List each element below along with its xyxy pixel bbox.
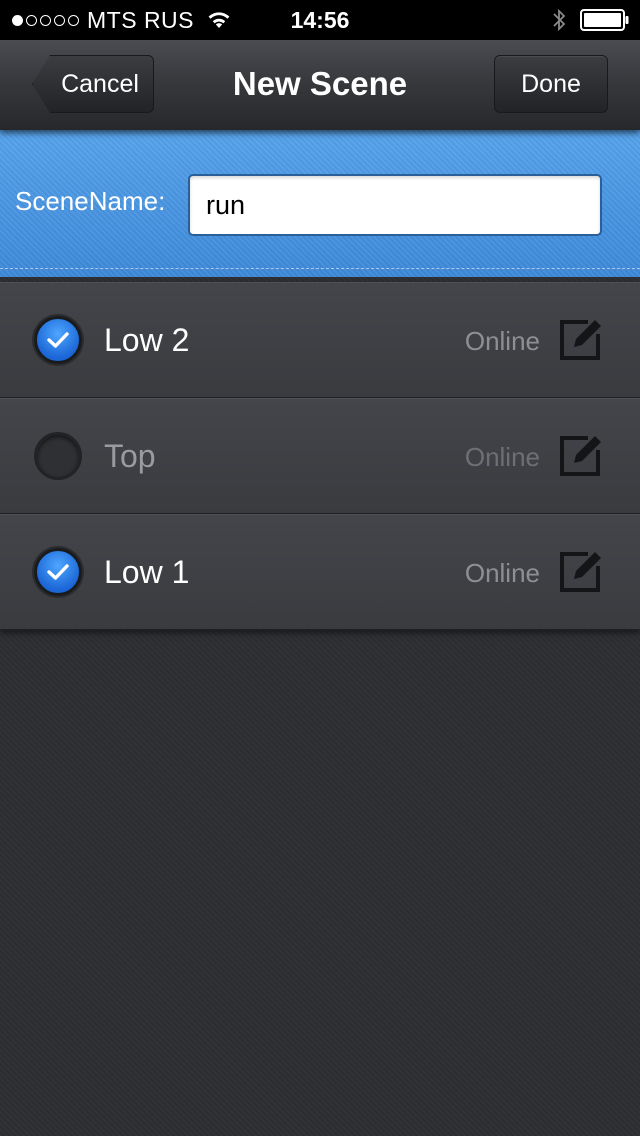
bluetooth-icon xyxy=(553,8,566,32)
status-bar: MTS RUS 14:56 xyxy=(0,0,640,40)
checkmark-icon xyxy=(47,332,69,348)
battery-icon xyxy=(580,9,629,31)
edit-icon[interactable] xyxy=(558,548,604,594)
edit-icon[interactable] xyxy=(558,316,604,362)
checkbox-checked-icon[interactable] xyxy=(34,316,82,364)
edit-icon[interactable] xyxy=(558,432,604,478)
device-row[interactable]: Low 2 Online xyxy=(0,282,640,398)
checkbox-checked-icon[interactable] xyxy=(34,548,82,596)
device-status: Online xyxy=(464,558,540,588)
scene-name-input[interactable] xyxy=(188,174,602,236)
device-status: Online xyxy=(464,442,540,472)
checkbox-unchecked-icon[interactable] xyxy=(34,432,82,480)
device-list: Low 2 Online Top Online Low 1 Online xyxy=(0,282,640,630)
device-row[interactable]: Top Online xyxy=(0,398,640,514)
navigation-bar: Cancel New Scene Done xyxy=(0,40,640,130)
status-right xyxy=(552,0,630,40)
device-name: Low 2 xyxy=(104,322,190,358)
device-status: Online xyxy=(464,326,540,356)
clock: 14:56 xyxy=(290,7,350,33)
scene-name-label: SceneName: xyxy=(15,186,166,216)
scene-name-panel: SceneName: xyxy=(0,130,640,277)
device-row[interactable]: Low 1 Online xyxy=(0,514,640,630)
device-name: Top xyxy=(104,438,156,474)
done-button[interactable]: Done xyxy=(494,55,608,113)
checkmark-icon xyxy=(47,564,69,580)
device-name: Low 1 xyxy=(104,554,190,590)
screen: MTS RUS 14:56 Cancel New Scene Done Scen xyxy=(0,0,640,1136)
